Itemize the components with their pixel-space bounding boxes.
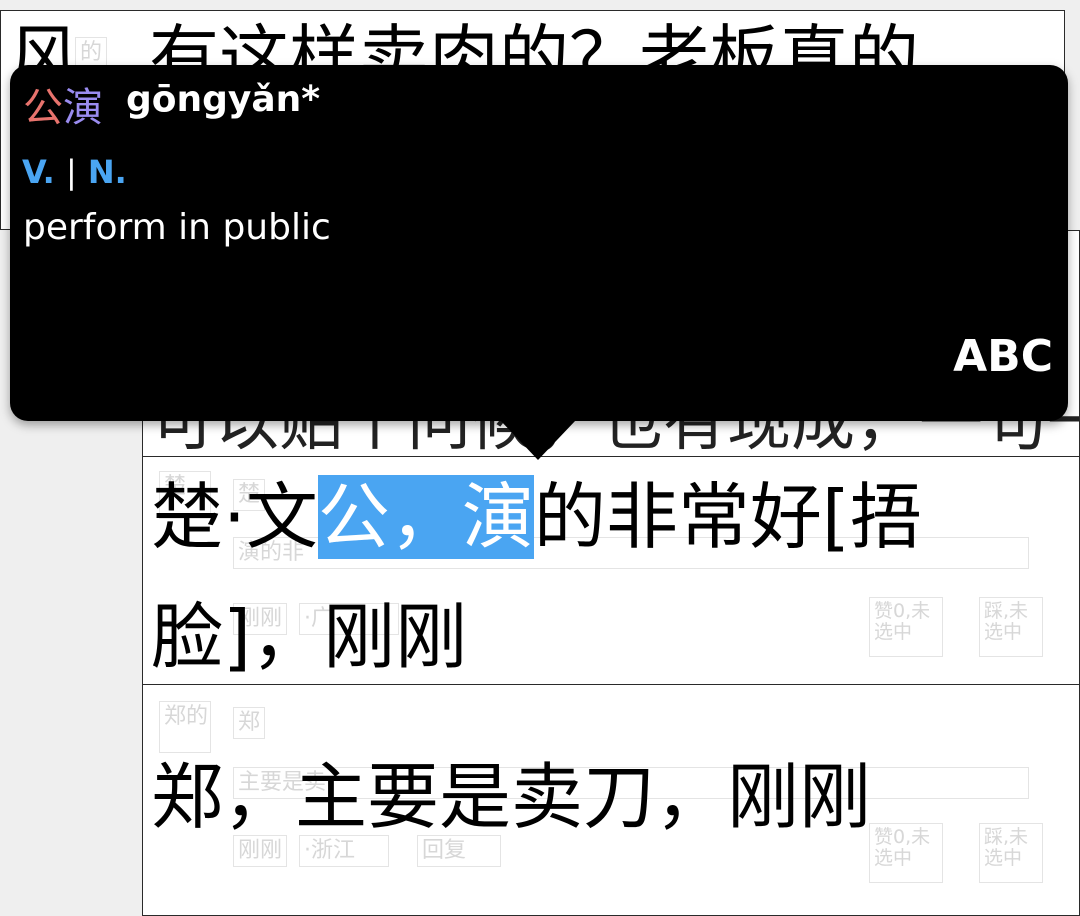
like-button[interactable]: 赞0,未选中 — [869, 597, 943, 657]
comment-cell-chu[interactable]: 楚 楚 演的非 刚刚 ·广 赞0,未选中 踩,未选中 楚·文公，演的非常好[捂 … — [142, 456, 1080, 686]
like-button[interactable]: 赞0,未选中 — [869, 823, 943, 883]
avatar-ghost: 郑的 — [159, 701, 211, 753]
comment-cell-zheng[interactable]: 郑的 郑 主要是卖 刚刚 ·浙江 回复 赞0,未选中 踩,未选中 郑，主要是卖刀… — [142, 684, 1080, 916]
pinyin: gōngyǎn* — [126, 79, 321, 120]
comment-text-chu-line2: 脸]，刚刚 — [151, 595, 468, 679]
text-before: 楚·文 — [151, 475, 318, 559]
popup-pointer-arrow — [500, 420, 576, 460]
selected-word-b[interactable]: 演 — [461, 475, 534, 559]
pos-separator: | — [65, 153, 77, 191]
headword-char-1: 公 — [23, 85, 63, 131]
pos-verb: V. — [22, 153, 55, 191]
selected-word-a[interactable]: 公， — [317, 475, 462, 559]
text-after: 的非常好[捂 — [533, 475, 923, 559]
name-ghost: 郑 — [233, 707, 266, 740]
dictionary-popup[interactable]: 公演 gōngyǎn* V. | N. perform in public AB… — [10, 65, 1068, 421]
headword: 公演 — [23, 75, 103, 133]
comment-text-chu-line1: 楚·文公，演的非常好[捂 — [151, 475, 922, 559]
comment-text-zheng: 郑，主要是卖刀，刚刚 — [151, 755, 872, 839]
time-ghost: 刚刚 — [233, 835, 288, 868]
definition: perform in public — [23, 207, 331, 248]
reply-button[interactable]: 回复 — [417, 835, 501, 868]
dislike-button[interactable]: 踩,未选中 — [979, 823, 1043, 883]
location-ghost: ·浙江 — [299, 835, 389, 868]
abc-button[interactable]: ABC — [953, 331, 1053, 382]
headword-char-2: 演 — [63, 85, 103, 131]
dislike-button[interactable]: 踩,未选中 — [979, 597, 1043, 657]
part-of-speech: V. | N. — [22, 153, 127, 191]
pos-noun: N. — [87, 153, 127, 191]
